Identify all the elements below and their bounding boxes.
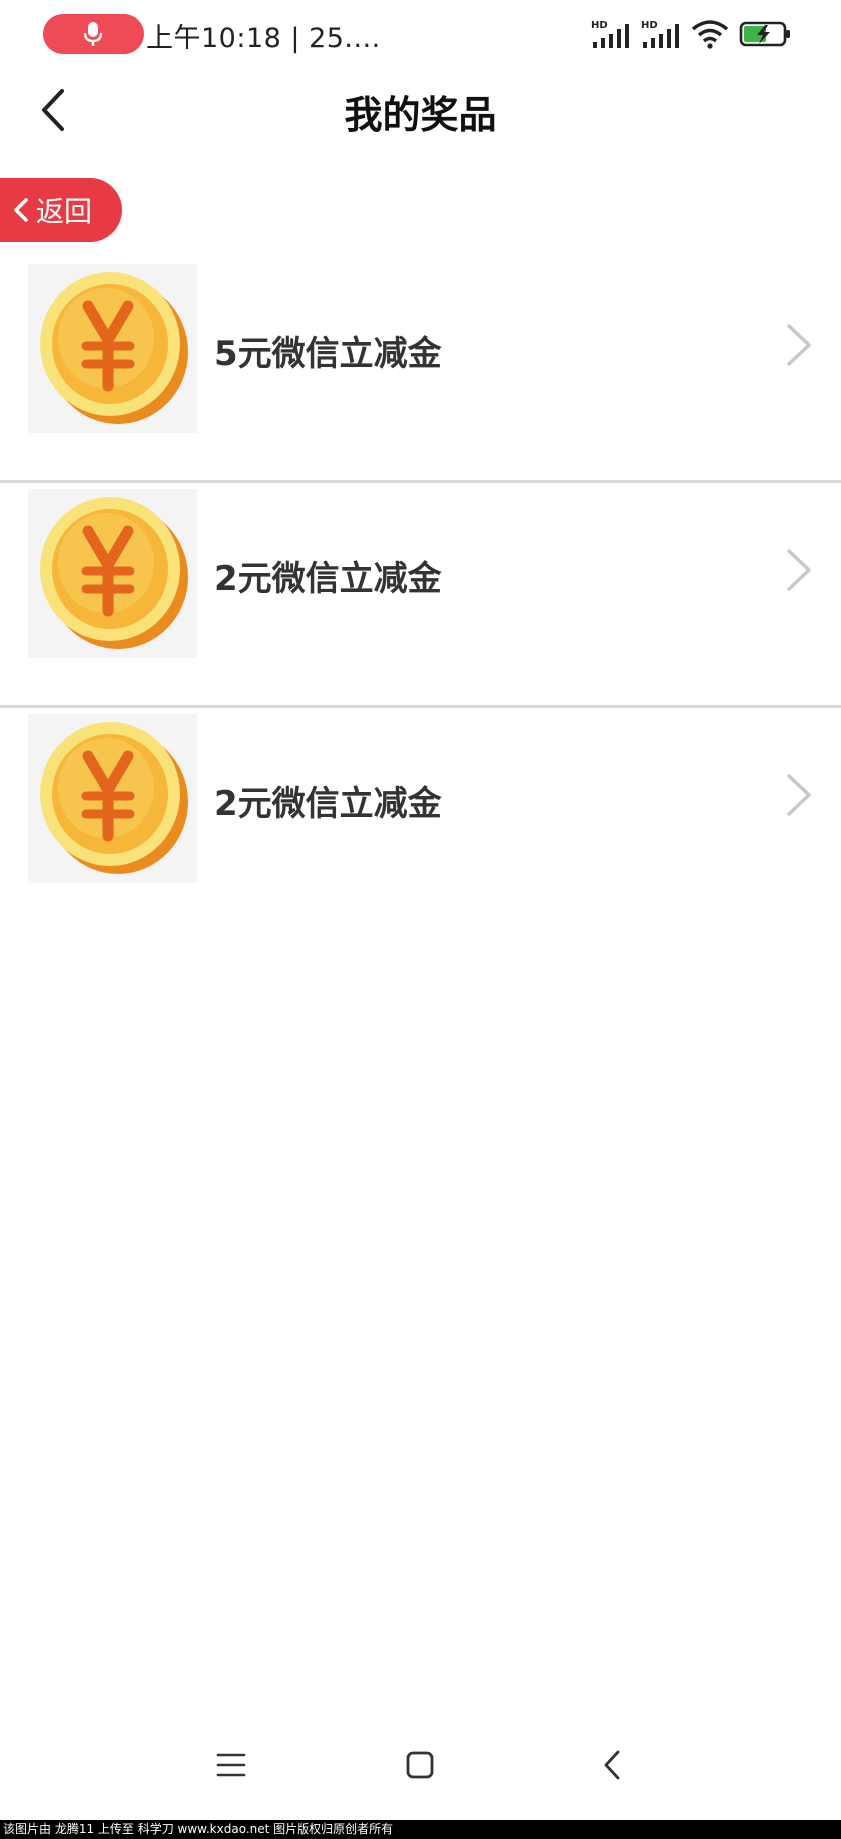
yuan-coin-icon [40,722,188,874]
status-time: 上午10:18 | 25.... [146,23,381,54]
voice-recording-indicator[interactable] [43,14,144,54]
home-icon[interactable] [395,1740,445,1790]
yuan-coin-icon [40,272,188,424]
prize-item[interactable]: 5元微信立减金 [0,258,841,483]
status-icons: HD HD [591,16,793,52]
prize-thumbnail [28,714,197,883]
battery-charging-icon [739,21,790,47]
prize-name: 2元微信立减金 [214,559,442,599]
prize-item[interactable]: 2元微信立减金 [0,483,841,708]
chevron-right-icon [787,549,811,591]
prize-thumbnail [28,264,197,433]
page-title: 我的奖品 [344,93,497,137]
chevron-right-icon [787,774,811,816]
return-button-label: 返回 [36,195,93,228]
signal-hd-label: HD [641,20,658,31]
microphone-icon [83,22,103,46]
prize-thumbnail [28,489,197,658]
back-icon[interactable] [588,1740,638,1790]
cellular-signal-icon: HD [641,20,679,48]
system-nav-bar [0,1730,841,1800]
signal-hd-label: HD [591,20,608,31]
wifi-icon [691,20,729,49]
prize-item[interactable]: 2元微信立减金 [0,708,841,933]
prize-name: 2元微信立减金 [214,784,442,824]
menu-icon[interactable] [206,1740,256,1790]
title-bar: 我的奖品 [0,70,841,180]
watermark-footer: 该图片由 龙腾11 上传至 科学刀 www.kxdao.net 图片版权归原创者… [0,1820,841,1839]
status-bar: 上午10:18 | 25.... HD HD [0,0,841,70]
cellular-signal-icon: HD [591,20,629,48]
chevron-left-icon [14,198,28,222]
prize-list: 5元微信立减金 2元微信立减金 2元微信立减金 [0,258,841,933]
return-button[interactable]: 返回 [0,178,122,242]
chevron-right-icon [787,324,811,366]
yuan-coin-icon [40,497,188,649]
prize-name: 5元微信立减金 [214,334,442,374]
